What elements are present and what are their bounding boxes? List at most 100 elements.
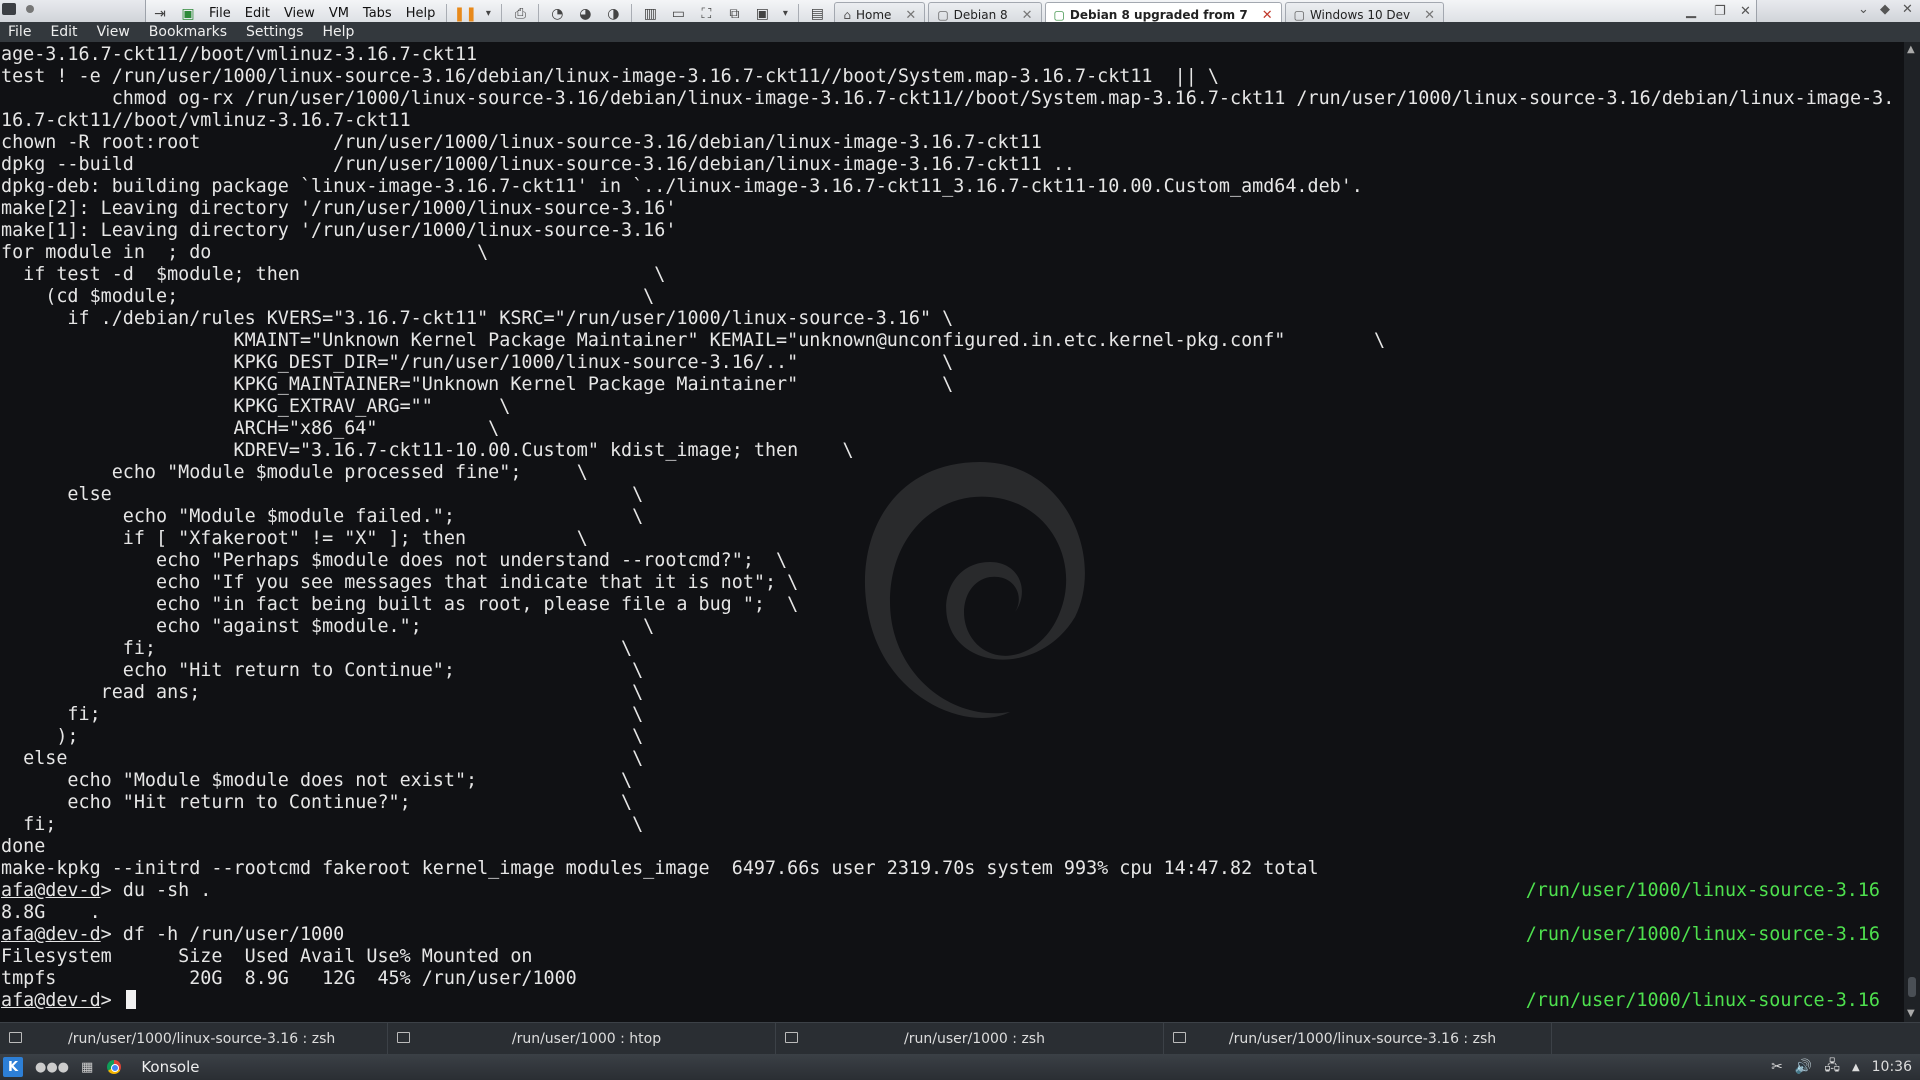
toolbar-separator — [446, 3, 448, 24]
prompt-command: > du -sh . — [100, 880, 212, 901]
terminal-output: age-3.16.7-ckt11//boot/vmlinuz-3.16.7-ck… — [1, 44, 1896, 1012]
terminal-line: age-3.16.7-ckt11//boot/vmlinuz-3.16.7-ck… — [1, 44, 478, 65]
restore-icon[interactable]: ❐ — [1714, 4, 1726, 19]
terminal-line: echo "Hit return to Continue"; \ — [1, 660, 644, 681]
scroll-down-icon[interactable]: ▼ — [1907, 1008, 1915, 1019]
close-icon[interactable]: ✕ — [1424, 8, 1435, 23]
konsole-menu-settings[interactable]: Settings — [238, 24, 314, 40]
terminal-scrollbar[interactable]: ▲ ▼ — [1904, 42, 1920, 1022]
terminal-line: echo "Perhaps $module does not understan… — [1, 550, 788, 571]
terminal-icon — [397, 1032, 410, 1043]
konsole-menu-view[interactable]: View — [89, 24, 141, 40]
konsole-menu-file[interactable]: File — [0, 24, 42, 40]
terminal-line: echo "against $module."; \ — [1, 616, 655, 637]
terminal-line: KMAINT="Unknown Kernel Package Maintaine… — [1, 330, 1386, 351]
terminal-line: chmod og-rx /run/user/1000/linux-source-… — [1, 88, 1895, 109]
vm-menu-vm[interactable]: VM — [322, 6, 356, 21]
kde-launcher-icon[interactable]: K — [3, 1057, 23, 1077]
terminal-icon — [9, 1032, 22, 1043]
terminal-line: KPKG_MAINTAINER="Unknown Kernel Package … — [1, 374, 954, 395]
session-tab-htop[interactable]: /run/user/1000 : htop — [388, 1023, 776, 1055]
terminal-line: if [ "Xfakeroot" != "X" ]; then \ — [1, 528, 588, 549]
session-tab-zsh[interactable]: /run/user/1000 : zsh — [776, 1023, 1164, 1055]
terminal-icon — [1173, 1032, 1186, 1043]
session-tab-label: /run/user/1000/linux-source-3.16 : zsh — [68, 1031, 336, 1047]
vm-menu-file[interactable]: File — [202, 6, 238, 21]
terminal-line: done — [1, 836, 46, 857]
terminal-line: ); \ — [1, 726, 644, 747]
terminal-icon — [785, 1032, 798, 1043]
vm-tab-label: Debian 8 — [953, 8, 1008, 22]
prompt-path: /run/user/1000/linux-source-3.16 — [1525, 990, 1880, 1011]
pager-icon[interactable]: ●●● — [35, 1060, 69, 1075]
session-tab-linux-source-zsh[interactable]: /run/user/1000/linux-source-3.16 : zsh — [0, 1023, 388, 1055]
prompt-user: afa@dev-d — [1, 990, 101, 1011]
toolbar-separator — [798, 3, 800, 24]
chrome-icon[interactable] — [107, 1060, 122, 1074]
scrollbar-thumb[interactable] — [1908, 977, 1916, 997]
vm-menu-edit[interactable]: Edit — [238, 6, 277, 21]
close-window-icon[interactable]: ✕ — [1740, 4, 1751, 19]
prompt-line: afa@dev-d> du -sh . /run/user/1000/linux-… — [1, 880, 1896, 902]
vm-icon: ▢ — [1053, 8, 1065, 22]
toolbar-separator — [538, 3, 540, 24]
terminal-line: ARCH="x86_64" \ — [1, 418, 500, 439]
volume-icon[interactable]: 🔊 — [1795, 1059, 1812, 1075]
konsole-menubar: File Edit View Bookmarks Settings Help — [0, 22, 1920, 42]
terminal-line: else \ — [1, 484, 644, 505]
vmware-app-icon — [2, 3, 16, 15]
scroll-up-icon[interactable]: ▲ — [1907, 44, 1915, 55]
close-icon[interactable]: ✕ — [1022, 8, 1033, 23]
tray-expand-icon[interactable]: ▲ — [1852, 1062, 1860, 1073]
terminal-line: read ans; \ — [1, 682, 644, 703]
terminal-line: echo "Module $module processed fine"; \ — [1, 462, 588, 483]
close-icon[interactable]: ✕ — [1262, 8, 1273, 23]
terminal-line: fi; \ — [1, 638, 633, 659]
terminal-line: (cd $module; \ — [1, 286, 655, 307]
clock[interactable]: 10:36 — [1872, 1059, 1912, 1075]
kde-taskbar: K ●●● ▦ Konsole ✂ 🔊 🖧 ▲ 10:36 — [0, 1054, 1920, 1080]
prompt-line: afa@dev-d> df -h /run/user/1000/run/user… — [1, 924, 1896, 946]
system-tray: ✂ 🔊 🖧 ▲ 10:36 — [1771, 1054, 1920, 1080]
prompt-command: > — [100, 990, 123, 1011]
konsole-menu-bookmarks[interactable]: Bookmarks — [141, 24, 238, 40]
terminal-line: for module in ; do \ — [1, 242, 489, 263]
terminal-line: dpkg --build /run/user/1000/linux-source… — [1, 154, 1075, 175]
close-vm-window-icon[interactable]: ✕ — [1902, 2, 1913, 17]
terminal-line: fi; \ — [1, 704, 644, 725]
session-tab-label: /run/user/1000 : zsh — [904, 1031, 1045, 1047]
vm-menu-tabs[interactable]: Tabs — [356, 6, 399, 21]
vm-icon: ▢ — [937, 8, 949, 22]
toolbar-separator — [501, 3, 503, 24]
prompt-user: afa@dev-d — [1, 924, 101, 945]
terminal-view[interactable]: age-3.16.7-ckt11//boot/vmlinuz-3.16.7-ck… — [0, 42, 1904, 1022]
konsole-tab-bar: /run/user/1000/linux-source-3.16 : zsh /… — [0, 1022, 1920, 1055]
session-tab-linux-source-zsh-2[interactable]: /run/user/1000/linux-source-3.16 : zsh — [1164, 1023, 1552, 1055]
konsole-menu-edit[interactable]: Edit — [42, 24, 88, 40]
close-icon[interactable]: ✕ — [905, 8, 916, 23]
terminal-line: dpkg-deb: building package `linux-image-… — [1, 176, 1363, 197]
konsole-menu-help[interactable]: Help — [314, 24, 365, 40]
pin-window-icon[interactable]: ◆ — [1880, 2, 1890, 17]
minimize-icon[interactable]: ▁ — [1686, 4, 1696, 19]
terminal-line: 16.7-ckt11//boot/vmlinuz-3.16.7-ckt11 — [1, 110, 411, 131]
window-menu-dot[interactable] — [26, 5, 34, 13]
vm-icon: ▢ — [1293, 8, 1305, 22]
tools-icon[interactable]: ✂ — [1771, 1059, 1783, 1075]
taskbar-item-konsole[interactable]: Konsole — [141, 1058, 199, 1076]
terminal-line: KDREV="3.16.7-ckt11-10.00.Custom" kdist_… — [1, 440, 854, 461]
prompt-path: /run/user/1000/linux-source-3.16 — [1525, 924, 1880, 945]
terminal-line: chown -R root:root /run/user/1000/linux-… — [1, 132, 1042, 153]
terminal-line: Filesystem Size Used Avail Use% Mounted … — [1, 946, 533, 967]
chevron-down-icon[interactable]: ⌄ — [1858, 2, 1869, 17]
vm-menu-help[interactable]: Help — [399, 6, 443, 21]
session-tab-label: /run/user/1000 : htop — [511, 1031, 662, 1047]
toolbar-separator — [631, 3, 633, 24]
network-icon[interactable]: 🖧 — [1824, 1055, 1840, 1079]
terminal-line: echo "If you see messages that indicate … — [1, 572, 799, 593]
calculator-icon[interactable]: ▦ — [81, 1060, 93, 1075]
vm-menu-view[interactable]: View — [277, 6, 322, 21]
vm-tab-label: Debian 8 upgraded from 7 — [1069, 8, 1248, 22]
prompt-path: /run/user/1000/linux-source-3.16 — [1525, 880, 1880, 901]
terminal-line: echo "Module $module failed."; \ — [1, 506, 644, 527]
